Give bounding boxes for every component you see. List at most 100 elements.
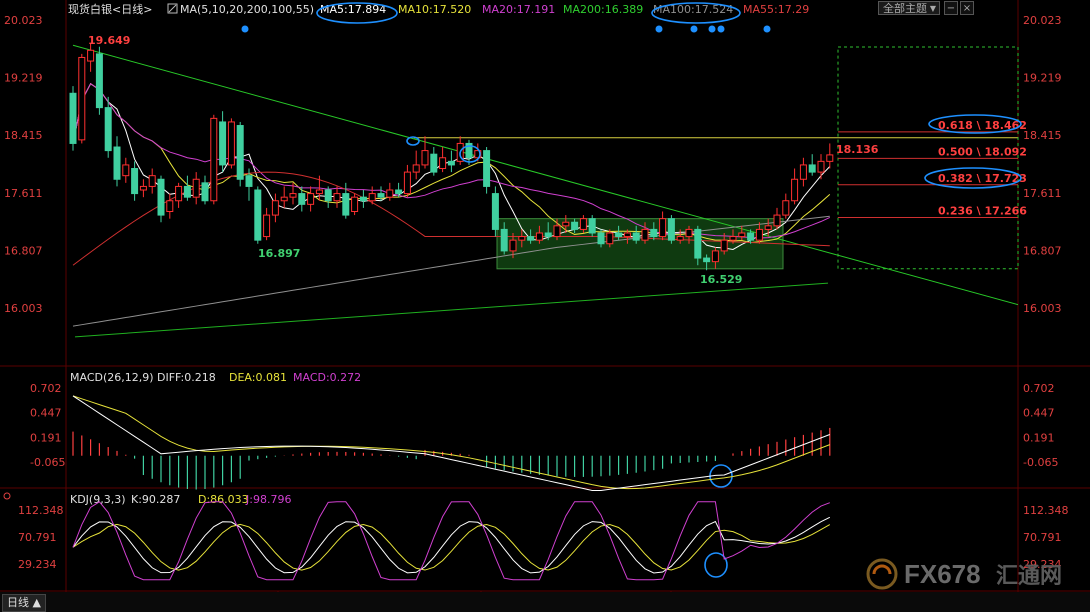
macd-tick-left-2: 0.191 <box>30 431 62 444</box>
candle <box>667 218 675 241</box>
price-tick-right-2: 18.415 <box>1023 129 1062 142</box>
candle <box>606 232 614 245</box>
fib-label-3: 0.236 \ 17.266 <box>938 205 1027 218</box>
minimize-button[interactable]: − <box>944 1 958 15</box>
candle <box>368 193 376 202</box>
candle <box>324 189 332 202</box>
candle <box>175 185 183 202</box>
kdj-tick-left-0: 112.348 <box>18 504 64 517</box>
candle <box>685 228 693 238</box>
price-tick-right-0: 20.023 <box>1023 14 1062 27</box>
candle <box>553 225 561 238</box>
kdj-k-line <box>72 516 831 574</box>
kdj-tick-left-1: 70.791 <box>18 531 57 544</box>
candle <box>579 218 587 230</box>
event-dot-2 <box>690 25 698 33</box>
candle <box>447 160 455 166</box>
ma-value-2: MA20:17.191 <box>482 3 555 16</box>
candle <box>421 150 429 166</box>
low2-label: 16.529 <box>700 273 742 286</box>
candle <box>808 164 816 173</box>
candle <box>280 196 288 202</box>
candle <box>412 164 420 173</box>
ma-params: MA(5,10,20,200,100,55) <box>180 3 314 16</box>
event-dot-0 <box>241 25 249 33</box>
candle <box>359 196 367 202</box>
candle <box>817 160 825 173</box>
candle <box>183 185 191 198</box>
candle <box>632 232 640 241</box>
candle <box>377 193 385 198</box>
indicator-icon-line <box>168 4 177 13</box>
candle <box>650 228 658 238</box>
candle <box>333 193 341 202</box>
candle <box>307 193 315 205</box>
candle <box>139 185 147 191</box>
theme-selector-label: 全部主题 <box>883 2 927 15</box>
kdj-tick-right-1: 70.791 <box>1023 531 1062 544</box>
kdj-j: J:98.796 <box>245 493 291 506</box>
candle <box>210 117 218 202</box>
candle <box>571 221 579 230</box>
candle <box>535 232 543 241</box>
kdj-tick-right-0: 112.348 <box>1023 504 1069 517</box>
candle <box>782 200 790 216</box>
candle <box>509 239 517 252</box>
high-label: 19.649 <box>88 34 130 47</box>
candle <box>491 193 499 230</box>
close-button[interactable]: × <box>960 1 974 15</box>
candle <box>95 53 103 109</box>
candle <box>263 214 271 238</box>
macd-diff-line <box>72 395 830 491</box>
candle <box>562 221 570 227</box>
candle <box>87 49 95 62</box>
candle <box>729 236 737 241</box>
fib-label-1: 0.500 \ 18.092 <box>938 145 1027 158</box>
candle <box>192 178 200 198</box>
candle <box>518 236 526 241</box>
last-price-label: 18.136 <box>836 143 879 156</box>
event-dot-1 <box>655 25 663 33</box>
watermark-sub: 汇通网 <box>996 564 1062 589</box>
candle <box>386 189 394 198</box>
candle <box>254 189 262 241</box>
theme-selector[interactable]: 全部主题 ▼ <box>878 1 940 15</box>
chart-title: 现货白银<日线> <box>68 2 152 16</box>
candle <box>298 193 306 205</box>
macd-tick-left-1: 0.447 <box>30 407 62 420</box>
target-icon <box>3 492 11 500</box>
candle <box>201 182 209 202</box>
price-tick-right-3: 17.611 <box>1023 187 1062 200</box>
macd-diff: DIFF:0.218 <box>157 371 216 384</box>
candle <box>78 56 86 141</box>
candle <box>131 168 139 195</box>
macd-header: MACD(26,12,9) <box>70 371 154 384</box>
candle <box>720 239 728 252</box>
chart-canvas: 现货白银<日线> MA(5,10,20,200,100,55) MA5:17.894… <box>0 0 1090 608</box>
candle <box>755 228 763 241</box>
candle <box>122 164 130 177</box>
candle <box>676 236 684 241</box>
candle <box>659 218 667 238</box>
price-tick-right-5: 16.003 <box>1023 302 1062 315</box>
candle <box>166 200 174 212</box>
candle <box>544 232 552 238</box>
candle <box>69 92 77 144</box>
macd-tick-right-3: -0.065 <box>1023 456 1058 469</box>
fib-label-0: 0.618 \ 18.462 <box>938 119 1027 132</box>
candle <box>219 121 227 166</box>
candle <box>799 164 807 180</box>
tab-daily[interactable]: 日线 ▲ <box>2 594 46 612</box>
macd-value: MACD:0.272 <box>293 371 361 384</box>
candle <box>148 175 156 187</box>
candle <box>623 232 631 238</box>
macd-tick-left-0: 0.702 <box>30 382 62 395</box>
candle <box>694 228 702 259</box>
watermark-text: FX678 <box>904 559 981 589</box>
candle <box>439 157 447 170</box>
price-tick-left-1: 19.219 <box>4 72 43 85</box>
kdj-d-line <box>72 523 831 571</box>
candle <box>711 250 719 263</box>
candle <box>403 171 411 195</box>
candle <box>764 225 772 230</box>
